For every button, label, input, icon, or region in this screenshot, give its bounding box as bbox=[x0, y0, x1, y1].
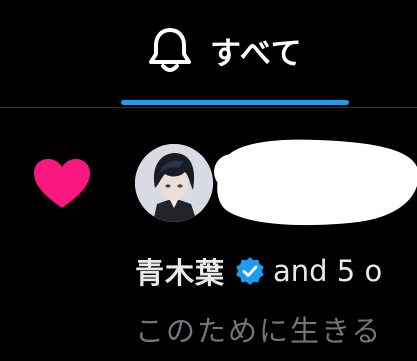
divider bbox=[0, 107, 417, 108]
notification-name-line: 青木葉 and 5 o bbox=[135, 250, 382, 292]
avatar[interactable] bbox=[135, 144, 213, 222]
bell-icon bbox=[149, 28, 191, 72]
avatar-image bbox=[135, 144, 213, 222]
notification-tab-bar: すべて bbox=[0, 0, 417, 108]
tab-all-label: すべて bbox=[210, 35, 303, 72]
redaction-overlay bbox=[214, 139, 417, 226]
active-tab-indicator bbox=[121, 100, 349, 105]
heart-icon bbox=[34, 159, 90, 208]
tweet-preview-text: このために生きる bbox=[135, 314, 383, 348]
verified-badge-icon bbox=[236, 257, 264, 285]
tab-all[interactable]: すべて bbox=[148, 22, 348, 78]
user-name[interactable]: 青木葉 bbox=[135, 250, 225, 292]
others-count-text: and 5 o bbox=[273, 254, 383, 288]
